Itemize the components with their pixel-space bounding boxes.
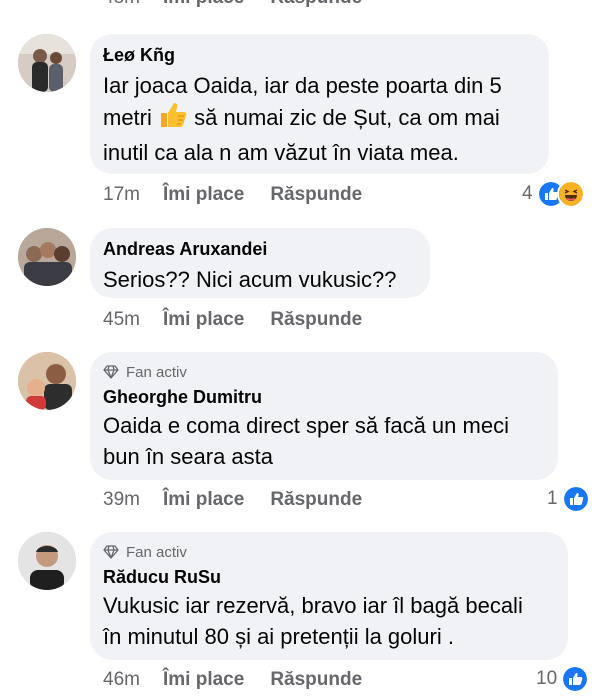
fan-badge-label: Fan activ (126, 363, 187, 381)
reactions-summary[interactable]: 1 (547, 485, 590, 513)
like-link[interactable]: Îmi place (163, 184, 244, 206)
comment-text: Oaida e coma direct sper să facă un meci… (103, 410, 544, 472)
reaction-count: 1 (547, 488, 558, 509)
comment-bubble: Łeø Kñg Iar joaca Oaida, iar da peste po… (90, 34, 549, 174)
like-link[interactable]: Îmi place (163, 0, 244, 9)
fan-badge: Fan activ (103, 542, 554, 562)
avatar[interactable] (18, 532, 76, 590)
comment-line: metri să numai zic de Șut, ca om mai (103, 101, 535, 137)
avatar[interactable] (18, 228, 76, 286)
comment-time: 48m (103, 0, 163, 9)
reaction-count: 10 (536, 668, 558, 689)
comment-author[interactable]: Andreas Aruxandei (103, 238, 416, 260)
reactions-summary[interactable]: 10 (536, 665, 590, 693)
like-link[interactable]: Îmi place (163, 489, 244, 511)
diamond-icon (103, 545, 119, 559)
comment-bubble: Fan activ Răducu RuSu Vukusic iar rezerv… (90, 532, 568, 660)
comment-line: Vukusic iar rezervă, bravo iar îl bagă b… (103, 593, 523, 618)
like-link[interactable]: Îmi place (163, 309, 244, 331)
like-icon (561, 485, 590, 513)
comment-text: Serios?? Nici acum vukusic?? (103, 267, 397, 292)
comment-bubble: Andreas Aruxandei Serios?? Nici acum vuk… (90, 228, 430, 298)
comment-line: bun în seara asta (103, 444, 274, 469)
reaction-count: 4 (522, 183, 533, 204)
reactions-summary[interactable]: 4 (522, 180, 585, 208)
comment-bubble: Fan activ Gheorghe Dumitru Oaida e coma … (90, 352, 558, 480)
like-icon (561, 665, 590, 693)
comment-author[interactable]: Gheorghe Dumitru (103, 386, 544, 408)
previous-comment-meta: 48m Îmi place Răspunde (103, 0, 388, 10)
comment-line: Iar joaca Oaida, iar da peste poarta din… (103, 73, 502, 98)
reply-link[interactable]: Răspunde (270, 184, 362, 206)
comment-time: 17m (103, 184, 140, 205)
like-link[interactable]: Îmi place (163, 669, 244, 691)
comment-actions: 17m Îmi place Răspunde (103, 183, 388, 207)
reply-link[interactable]: Răspunde (270, 669, 362, 691)
comment-actions: 39m Îmi place Răspunde (103, 488, 388, 512)
comment-line: Oaida e coma direct sper să facă un meci (103, 413, 509, 438)
comment-actions: 46m Îmi place Răspunde (103, 668, 388, 692)
comment-line: în minutul 80 și ai pretenții la goluri … (103, 624, 454, 649)
comment-actions: 45m Îmi place Răspunde (103, 308, 388, 332)
comment-author[interactable]: Răducu RuSu (103, 566, 554, 588)
comment-text: Iar joaca Oaida, iar da peste poarta din… (103, 70, 535, 168)
fan-badge-label: Fan activ (126, 543, 187, 561)
reply-link[interactable]: Răspunde (270, 489, 362, 511)
comment-author[interactable]: Łeø Kñg (103, 44, 535, 66)
comment-time: 39m (103, 489, 140, 510)
reply-link[interactable]: Răspunde (270, 309, 362, 331)
fan-badge: Fan activ (103, 362, 544, 382)
diamond-icon (103, 365, 119, 379)
comment-time: 45m (103, 309, 140, 330)
comment-time: 46m (103, 669, 140, 690)
reply-link[interactable]: Răspunde (270, 0, 362, 9)
comment-text: Vukusic iar rezervă, bravo iar îl bagă b… (103, 590, 554, 652)
avatar[interactable] (18, 34, 76, 92)
avatar[interactable] (18, 352, 76, 410)
thumbs-up-emoji (158, 101, 188, 137)
comment-line: inutil ca ala n am văzut în viata mea. (103, 140, 459, 165)
haha-icon (556, 180, 585, 208)
